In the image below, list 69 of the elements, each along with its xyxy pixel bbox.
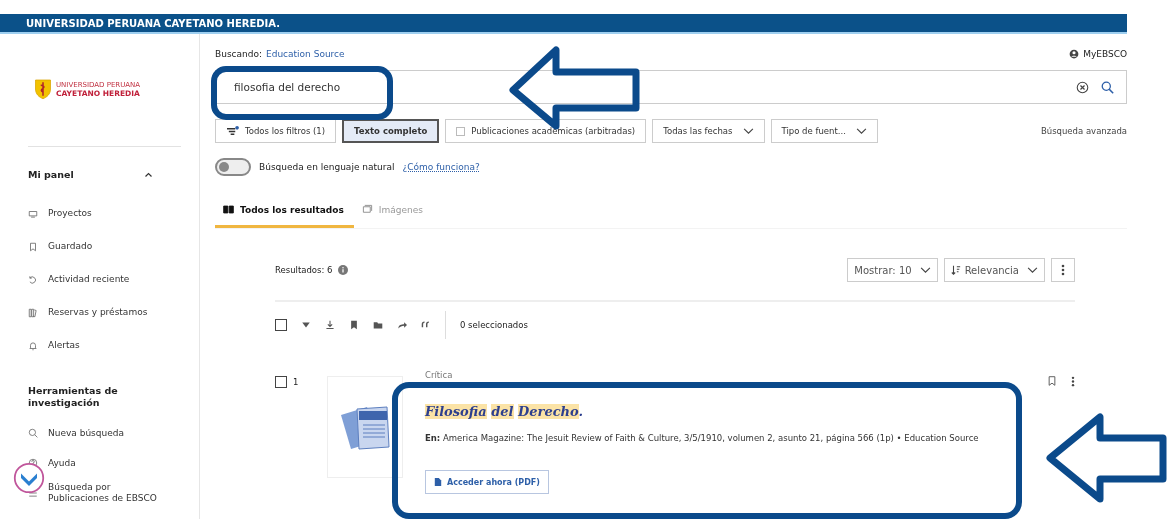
sidebar-link[interactable]: Reservas y préstamos xyxy=(48,307,148,318)
sidebar-link[interactable]: Actividad reciente xyxy=(48,274,130,285)
sort-icon xyxy=(950,265,961,275)
chevron-down-icon xyxy=(855,127,867,135)
projects-icon xyxy=(28,208,38,219)
books-icon xyxy=(28,307,38,318)
search-icon xyxy=(28,428,38,438)
university-shield-logo xyxy=(34,78,52,100)
folder-icon[interactable] xyxy=(373,320,383,330)
book-icon xyxy=(223,204,234,215)
caret-down-icon[interactable] xyxy=(301,320,311,330)
account-icon[interactable] xyxy=(1069,49,1080,59)
advanced-search-link[interactable]: Búsqueda avanzada xyxy=(1040,126,1127,136)
history-icon xyxy=(28,274,38,285)
filter-chip[interactable]: Todos los filtros (1) xyxy=(215,119,337,143)
search-icon[interactable] xyxy=(1101,80,1114,94)
filter-chip[interactable]: Todas las fechas xyxy=(652,119,765,143)
sidebar-link[interactable]: Búsqueda por Publicaciones de EBSCO xyxy=(48,482,166,504)
chevron-down-icon xyxy=(919,266,931,274)
chevron-down-icon xyxy=(742,127,754,135)
filter-icon xyxy=(226,125,239,137)
more-options-icon xyxy=(1061,264,1065,276)
access-pdf-button[interactable]: Acceder ahora (PDF) xyxy=(425,470,549,494)
clear-icon[interactable] xyxy=(1076,80,1089,94)
page-size-dropdown[interactable]: Mostrar: 10 xyxy=(847,258,938,282)
sidebar-link[interactable]: Alertas xyxy=(48,340,80,351)
info-icon[interactable] xyxy=(338,265,349,275)
search-field[interactable]: filosofia del derecho xyxy=(215,70,1127,104)
result-checkbox[interactable] xyxy=(275,376,287,388)
toggle-switch[interactable] xyxy=(215,158,251,176)
more-options-icon[interactable] xyxy=(1071,376,1075,387)
filter-chip[interactable]: Publicaciones académicas (arbitradas) xyxy=(445,119,647,143)
database-link[interactable]: Education Source xyxy=(266,49,345,59)
sidebar-link[interactable]: Proyectos xyxy=(48,208,92,219)
bookmark-icon[interactable] xyxy=(349,320,359,330)
checkbox-icon xyxy=(456,126,466,136)
section-title: Mi panel xyxy=(28,169,75,181)
results-count: Resultados: 6 xyxy=(275,265,333,275)
source-citation: En: America Magazine: The Jesuit Review of Faith & Culture, 3/5/1910, volumen 2, asunto 21, página 566 (1p) • Education Source xyxy=(425,432,979,445)
share-arrow-icon[interactable] xyxy=(397,320,407,330)
searching-label: Buscando: xyxy=(215,49,262,59)
bell-icon xyxy=(28,340,38,351)
select-all-checkbox[interactable] xyxy=(275,319,287,331)
filter-chip[interactable]: Texto completo xyxy=(342,119,440,143)
chevron-down-icon xyxy=(1027,266,1038,274)
images-icon xyxy=(361,204,373,215)
help-link[interactable]: ¿Cómo funciona? xyxy=(402,162,480,172)
quote-icon[interactable] xyxy=(421,320,431,330)
sort-dropdown[interactable]: Relevancia xyxy=(943,258,1045,282)
download-icon[interactable] xyxy=(325,320,335,330)
collapse-caret-icon[interactable] xyxy=(144,172,153,178)
filter-chip[interactable]: Tipo de fuent... xyxy=(770,119,878,143)
bookmark-icon[interactable] xyxy=(1047,376,1057,386)
result-number: 1 xyxy=(293,377,299,387)
sidebar-link[interactable]: Guardado xyxy=(48,241,93,252)
results-tab[interactable]: Todos los resultados xyxy=(215,194,354,228)
sidebar-link[interactable]: Ayuda xyxy=(48,457,76,469)
toggle-label: Búsqueda en lenguaje natural xyxy=(259,162,395,172)
result-title-link[interactable]: Filosofia del Derecho. xyxy=(425,404,584,419)
document-type: Crítica xyxy=(425,370,453,380)
account-link[interactable]: MyEBSCO xyxy=(1083,49,1127,59)
sidebar-link[interactable]: Nueva búsqueda xyxy=(48,427,124,439)
selected-count: 0 seleccionados xyxy=(460,320,528,330)
university-name: UNIVERSIDAD PERUANA CAYETANO HEREDIA. xyxy=(26,17,281,29)
bookmark-icon xyxy=(28,241,38,252)
more-options-button[interactable] xyxy=(1051,258,1075,282)
section-title: Herramientas de investigación xyxy=(28,385,119,409)
chat-widget-icon[interactable] xyxy=(13,462,45,494)
document-icon xyxy=(434,477,442,487)
